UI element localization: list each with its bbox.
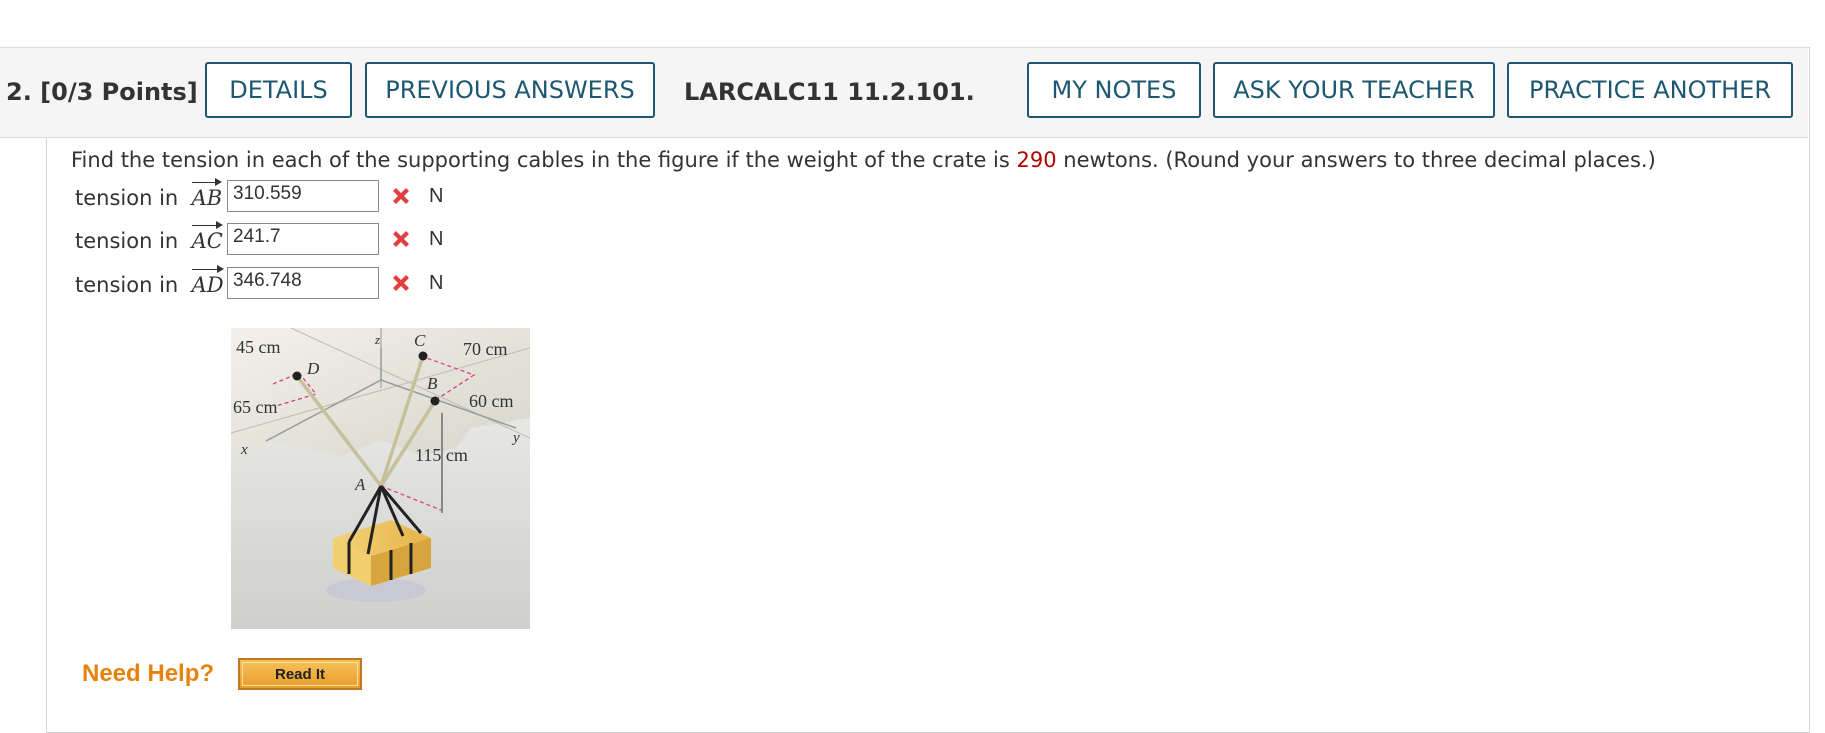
prompt-text-start: Find the tension in each of the supporti… [71,148,1017,172]
ask-your-teacher-button[interactable]: ASK YOUR TEACHER [1213,62,1495,118]
question-code: LARCALC11 11.2.101. [684,78,975,106]
read-it-button[interactable]: Read It [238,658,362,690]
need-help-label: Need Help? [82,660,215,687]
my-notes-button[interactable]: MY NOTES [1027,62,1201,118]
point-d-label: D [306,359,320,378]
unit-label: N [429,228,444,250]
practice-another-button[interactable]: PRACTICE ANOTHER [1507,62,1793,118]
label-65cm: 65 cm [233,397,278,417]
unit-label: N [429,185,444,207]
unit-label: N [429,272,444,294]
label-60cm: 60 cm [469,391,514,411]
answer-label: tension in AC [75,229,223,253]
axis-y-label: y [511,430,520,446]
answer-label: tension in AD [75,273,224,297]
tension-ab-input[interactable]: 310.559 [227,180,379,212]
label-70cm: 70 cm [463,339,508,359]
question-prompt: Find the tension in each of the supporti… [71,148,1656,172]
vector-ad: AD [191,273,224,297]
tension-ad-input[interactable]: 346.748 [227,267,379,299]
label-115cm: 115 cm [415,445,468,465]
axis-z-label: z [374,332,380,347]
question-number-points: 2. [0/3 Points] [6,78,198,106]
incorrect-x-icon [393,231,409,247]
previous-answers-button[interactable]: PREVIOUS ANSWERS [365,62,655,118]
prompt-text-end: newtons. (Round your answers to three de… [1056,148,1656,172]
label-45cm: 45 cm [236,337,281,357]
point-c-label: C [414,331,426,350]
vector-ac: AC [191,229,223,253]
tension-ac-input[interactable]: 241.7 [227,223,379,255]
crate-weight-value: 290 [1016,148,1057,172]
details-button[interactable]: DETAILS [205,62,352,118]
incorrect-x-icon [393,188,409,204]
incorrect-x-icon [393,275,409,291]
point-a-label: A [354,475,366,494]
crate-cables-figure: 45 cm 70 cm 65 cm 60 cm 115 cm z x y A B… [231,328,530,629]
answer-label: tension in AB [75,186,223,210]
vector-ab: AB [191,186,223,210]
point-b-label: B [427,374,438,393]
axis-x-label: x [240,442,248,458]
